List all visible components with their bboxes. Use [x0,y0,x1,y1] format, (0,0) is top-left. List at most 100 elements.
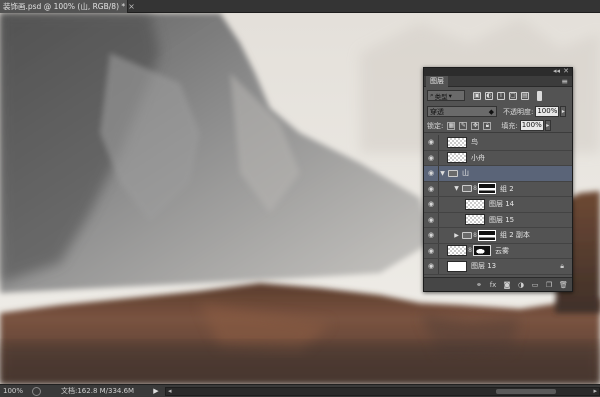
scroll-left-icon[interactable]: ◂ [168,387,172,395]
document-tab-title: 装饰画.psd @ 100% (山, RGB/8) * [3,2,126,11]
document-size: 文档:162.8 M/334.6M [61,387,135,395]
panel-title-bar[interactable]: ◂◂ ✕ [424,67,572,76]
lock-icons: ▦ ✎ ✥ 🔒︎ [447,121,492,130]
scrollbar-thumb[interactable] [496,388,556,394]
search-icon: ⌕ [430,91,434,99]
fx-icon[interactable]: fx [489,281,497,289]
close-icon[interactable]: ✕ [563,67,569,75]
filter-kind-select[interactable]: ⌕ 类型 ▾ [427,90,465,101]
document-tab[interactable]: 装饰画.psd @ 100% (山, RGB/8) * × [0,0,135,13]
expand-triangle-icon[interactable]: ▼ [439,170,446,177]
close-icon[interactable]: × [128,2,135,11]
filter-kind-value: 类型 [434,92,448,101]
scroll-right-icon[interactable]: ▸ [593,387,597,395]
adjustment-filter-icon[interactable]: ◐ [485,91,493,100]
eye-icon[interactable]: ◉ [424,247,438,255]
zoom-field[interactable]: 100% [0,387,29,395]
mask-thumbnail [473,245,491,257]
smart-object-filter-icon[interactable]: ▤ [521,91,529,100]
panel-menu-icon[interactable]: ≡ [561,76,568,87]
blend-mode-select[interactable]: 穿透 ◆ [427,106,497,117]
chevron-down-icon: ▾ [448,91,452,100]
pixel-filter-icon[interactable]: ▣ [473,91,481,100]
layer-thumbnail [465,214,485,226]
eye-icon[interactable]: ◉ [424,138,438,146]
layer-name: 图层 14 [489,200,515,209]
fill-slider-button[interactable]: ▸ [544,120,551,131]
panel-footer: ⚭ fx ◙ ◑ ▭ ❐ 🗑︎ [424,277,572,291]
tab-layers[interactable]: 图层 [426,76,448,87]
opacity-field[interactable]: 100% [535,106,560,117]
folder-icon [448,169,458,177]
opacity-slider-button[interactable]: ▸ [560,106,567,117]
expand-triangle-icon[interactable]: ▼ [453,185,460,192]
fill-field[interactable]: 100% [519,120,544,131]
filter-icons: ▣ ◐ T ▢ ▤ [473,91,529,100]
layer-row[interactable]: ◉ ▶ 8 组 2 副本 [424,228,572,244]
new-layer-icon[interactable]: ❐ [545,281,553,289]
filter-row: ⌕ 类型 ▾ ▣ ◐ T ▢ ▤ [424,87,572,104]
opacity-label: 不透明度: [503,107,534,116]
lock-row: 锁定: ▦ ✎ ✥ 🔒︎ 填充: 100% ▸ [424,119,572,133]
layer-row[interactable]: ◉ 8 云雾 [424,243,572,259]
layer-thumbnail [447,152,467,164]
mask-icon[interactable]: ◙ [503,281,511,289]
folder-icon[interactable]: ▭ [531,281,539,289]
eye-icon[interactable]: ◉ [424,231,438,239]
chevron-updown-icon: ◆ [488,107,494,116]
layer-row[interactable]: ◉ ▼ 8 组 2 [424,181,572,197]
layer-row[interactable]: ◉ 小舟 [424,150,572,166]
eye-icon[interactable]: ◉ [424,262,438,270]
folder-icon [462,231,472,239]
layer-row[interactable]: ◉ 图层 13 🔒︎ [424,259,572,275]
trash-icon[interactable]: 🗑︎ [559,281,568,289]
eye-icon[interactable]: ◉ [424,185,438,193]
layer-list: ◉ 鸟 ◉ 小舟 ◉ ▼ 山 ◉ ▼ 8 组 2 ◉ 图层 14 ◉ 图层 15… [424,135,572,277]
layer-row[interactable]: ◉ 图层 15 [424,212,572,228]
blend-row: 穿透 ◆ 不透明度: 100% ▸ [424,104,572,119]
lock-image-icon[interactable]: ✎ [459,121,468,130]
layer-name: 组 2 副本 [500,231,530,240]
status-bar: 100% 文档:162.8 M/334.6M ▶ ◂ ▸ [0,384,600,397]
collapse-icon[interactable]: ◂◂ [553,67,560,75]
layer-row[interactable]: ◉ 鸟 [424,135,572,151]
layer-name: 云雾 [495,246,509,255]
layer-thumbnail [447,136,467,148]
layer-row-selected[interactable]: ◉ ▼ 山 [424,166,572,182]
layers-panel: ◂◂ ✕ 图层 ≡ ⌕ 类型 ▾ ▣ ◐ T ▢ ▤ 穿透 ◆ 不透明度: 10… [423,67,573,292]
link-icon[interactable]: ⚭ [475,281,483,289]
eye-icon[interactable]: ◉ [424,200,438,208]
layer-thumbnail [447,260,467,272]
layer-name: 鸟 [471,138,478,147]
mask-thumbnail [478,229,496,241]
layer-thumbnail [465,198,485,210]
folder-icon [462,185,472,193]
layer-row[interactable]: ◉ 图层 14 [424,197,572,213]
horizontal-scrollbar[interactable]: ◂ ▸ [165,386,600,396]
lock-label: 锁定: [427,121,444,130]
layer-name: 图层 13 [471,262,497,271]
fill-label: 填充: [501,121,518,130]
layer-name: 小舟 [471,153,485,162]
type-filter-icon[interactable]: T [497,91,505,100]
layer-name: 山 [462,169,469,178]
panel-tab-row: 图层 ≡ [424,76,572,87]
document-tab-bar: 装饰画.psd @ 100% (山, RGB/8) * × [0,0,600,13]
layer-name: 组 2 [500,184,514,193]
lock-icon: 🔒︎ [560,261,564,270]
eye-icon[interactable]: ◉ [424,216,438,224]
lock-all-icon[interactable]: 🔒︎ [483,121,492,130]
shape-filter-icon[interactable]: ▢ [509,91,517,100]
eye-icon[interactable]: ◉ [424,154,438,162]
layer-name: 图层 15 [489,215,515,224]
mask-thumbnail [478,183,496,195]
eye-icon[interactable]: ◉ [424,169,438,177]
status-menu-arrow[interactable]: ▶ [151,387,161,395]
adjustment-icon[interactable]: ◑ [517,281,525,289]
collapse-triangle-icon[interactable]: ▶ [453,232,460,239]
lock-position-icon[interactable]: ✥ [471,121,480,130]
status-info-icon[interactable] [32,386,41,396]
filter-toggle[interactable] [537,90,542,101]
lock-transparency-icon[interactable]: ▦ [447,121,456,130]
blend-mode-value: 穿透 [430,107,444,116]
